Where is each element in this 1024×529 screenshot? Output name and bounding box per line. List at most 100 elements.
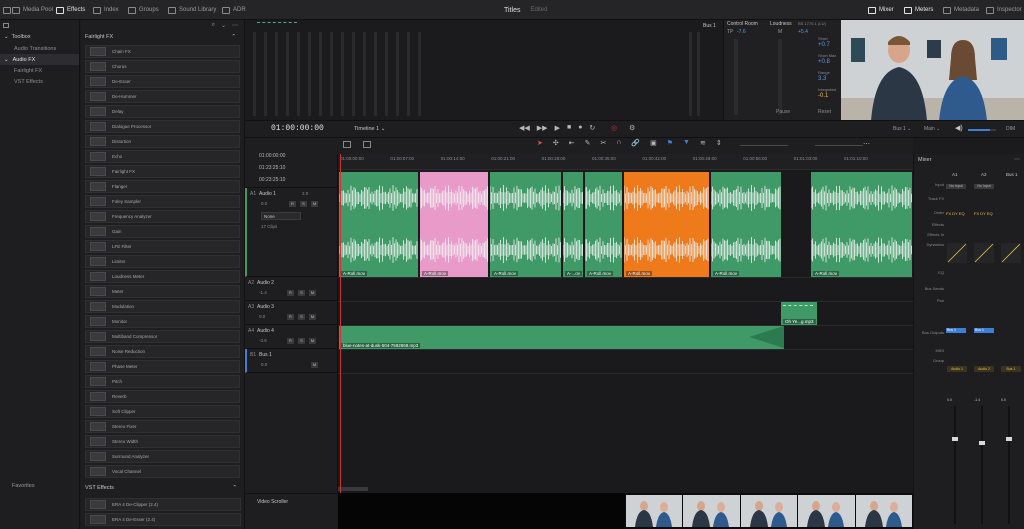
stop-icon[interactable]: ■	[567, 124, 571, 132]
filmstrip-frame[interactable]	[626, 495, 683, 527]
fx-item[interactable]: Delay	[85, 105, 240, 118]
solo-button[interactable]: S	[298, 338, 305, 344]
playhead[interactable]	[340, 154, 341, 493]
fx-item[interactable]: Multiband Compressor	[85, 330, 240, 343]
fairlight-fx-section-header[interactable]: Fairlight FX ⌃	[81, 31, 244, 43]
mixer-toggle-button[interactable]: Mixer	[868, 0, 894, 20]
record-icon[interactable]: ●	[578, 124, 582, 132]
order-value[interactable]: FX DY EQ	[974, 211, 993, 216]
vst-item[interactable]: ERA 4 De-Esser (2.4)	[85, 513, 241, 526]
more-options-icon[interactable]: ⋯	[232, 22, 238, 29]
timeline-ruler[interactable]: 01:00:00:00 01:00:07:00 01:00:14:00 01:00:2…	[338, 154, 913, 170]
fader-value[interactable]: 0.0	[947, 398, 952, 402]
fx-item[interactable]: Limiter	[85, 255, 240, 268]
mute-button[interactable]: M	[311, 201, 318, 207]
grid-view-icon[interactable]	[363, 141, 371, 148]
audio-clip[interactable]: A-Roll.mov	[811, 172, 912, 277]
audio-clip[interactable]: A-Roll.mov	[420, 172, 488, 277]
fx-item[interactable]: Frequency Analyzer	[85, 210, 240, 223]
fx-item[interactable]: Vocal Channel	[85, 465, 240, 478]
more-options-icon[interactable]: ⋯	[863, 140, 870, 148]
fader-track[interactable]	[1006, 406, 1012, 524]
track-header-b1[interactable]: B1 Bus 1 0.0 M	[245, 349, 338, 373]
track-lane-a3[interactable]: Oh Ye...g.mp3	[338, 302, 913, 326]
fast-forward-icon[interactable]: ▶▶	[537, 124, 548, 132]
fx-item[interactable]: Stereo Fixer	[85, 420, 240, 433]
input-selector[interactable]: No Input	[974, 184, 994, 189]
timeline-tracks[interactable]: A-Roll.mov A-Roll.mov A-Roll.mov A-...ov A-R…	[338, 170, 913, 493]
record-arm-button[interactable]: R	[287, 314, 294, 320]
track-header-a1[interactable]: A1 Audio 1 0.0 2.0 R S M None 17 Clips	[245, 188, 338, 277]
loop-icon[interactable]: ↻	[589, 124, 595, 132]
record-arm-button[interactable]: R	[289, 201, 296, 207]
audio-clip[interactable]: A-Roll.mov	[490, 172, 561, 277]
fader-track[interactable]	[979, 406, 985, 524]
snap-icon[interactable]: ∩	[616, 139, 621, 147]
track-header-a4[interactable]: A4 Audio 4 -3.6 R S M	[245, 325, 338, 349]
fx-item[interactable]: Soft Clipper	[85, 405, 240, 418]
fx-item[interactable]: Flanger	[85, 180, 240, 193]
video-scroller-filmstrip[interactable]	[625, 493, 913, 529]
audio-clip[interactable]: Oh Ye...g.mp3	[781, 302, 817, 325]
adr-button[interactable]: ADR	[222, 0, 246, 20]
solo-button[interactable]: S	[298, 290, 305, 296]
fx-item[interactable]: Chorus	[85, 60, 240, 73]
fader-knob[interactable]	[979, 441, 985, 445]
record-arm-button[interactable]: R	[287, 290, 294, 296]
fx-item[interactable]: Monitor	[85, 315, 240, 328]
main-selector[interactable]: Main ⌄	[924, 126, 940, 132]
sidebar-toggle-icon[interactable]	[3, 23, 9, 28]
speaker-icon[interactable]: ◀)	[955, 124, 963, 132]
fader-knob[interactable]	[1006, 437, 1012, 441]
mute-button[interactable]: M	[309, 314, 316, 320]
record-arm-icon[interactable]: ◎	[611, 124, 617, 132]
audio-clip[interactable]: A-Roll.mov	[624, 172, 709, 277]
timeline-view-icon[interactable]	[343, 141, 351, 148]
bus-output-selector[interactable]: Bus 1	[974, 328, 994, 333]
fx-item[interactable]: Surround Analyzer	[85, 450, 240, 463]
fx-item[interactable]: Dialogue Processor	[85, 120, 240, 133]
main-timecode[interactable]: 01:00:00:00	[271, 124, 324, 133]
solo-button[interactable]: S	[300, 201, 307, 207]
tree-item-audio-transitions[interactable]: Audio Transitions	[0, 43, 79, 54]
video-viewer[interactable]	[841, 20, 1024, 121]
order-value[interactable]: FX DY EQ	[946, 211, 965, 216]
sound-library-button[interactable]: Sound Library	[168, 0, 216, 20]
razor-icon[interactable]: ✂	[601, 139, 607, 147]
filmstrip-frame[interactable]	[855, 495, 913, 527]
groups-button[interactable]: Groups	[128, 0, 159, 20]
fader-value[interactable]: -1.4	[974, 398, 980, 402]
marker-icon[interactable]: ▼	[683, 139, 690, 147]
fx-item[interactable]: Phase Meter	[85, 360, 240, 373]
solo-button[interactable]: S	[298, 314, 305, 320]
link-icon[interactable]: 🔗	[631, 139, 640, 147]
effects-button[interactable]: Effects	[56, 0, 85, 20]
more-options-icon[interactable]: ⋯	[1014, 156, 1020, 163]
fader-track[interactable]	[952, 406, 958, 524]
audio-clip[interactable]: A-Roll.mov	[585, 172, 622, 277]
pause-button[interactable]: Pause	[776, 109, 790, 115]
dynamics-graph[interactable]	[947, 243, 967, 263]
tree-item-audio-fx[interactable]: ⌄ Audio FX	[0, 54, 79, 65]
pencil-icon[interactable]: ✎	[585, 139, 591, 147]
tree-item-fairlight-fx[interactable]: Fairlight FX	[0, 65, 79, 76]
monitor-volume-slider[interactable]	[968, 129, 996, 131]
meters-toggle-button[interactable]: Meters	[904, 0, 933, 20]
track-lane-a4[interactable]: blue-notes-at-dusk-504-7592868.mp3	[338, 326, 913, 350]
track-lane-a1[interactable]: A-Roll.mov A-Roll.mov A-Roll.mov A-...ov A-R…	[338, 170, 913, 278]
image-icon[interactable]: ▣	[650, 139, 657, 147]
audio-clip[interactable]: blue-notes-at-dusk-504-7592868.mp3	[339, 326, 784, 349]
zoom-slider[interactable]	[740, 145, 788, 146]
input-selector[interactable]: No Input	[946, 184, 966, 189]
track-header-a2[interactable]: A2 Audio 2 -1.4 R S M	[245, 277, 338, 301]
track-lane-b1[interactable]	[338, 350, 913, 374]
fx-item[interactable]: Pitch	[85, 375, 240, 388]
track-header-a3[interactable]: A3 Audio 3 0.0 R S M	[245, 301, 338, 325]
mute-button[interactable]: M	[309, 290, 316, 296]
filmstrip-frame[interactable]	[683, 495, 740, 527]
fx-item[interactable]: Reverb	[85, 390, 240, 403]
reset-button[interactable]: Reset	[818, 109, 831, 115]
audio-clip[interactable]: A-...ov	[563, 172, 583, 277]
tree-item-vst-effects[interactable]: VST Effects	[0, 76, 79, 87]
fx-item[interactable]: Fairlight FX	[85, 165, 240, 178]
